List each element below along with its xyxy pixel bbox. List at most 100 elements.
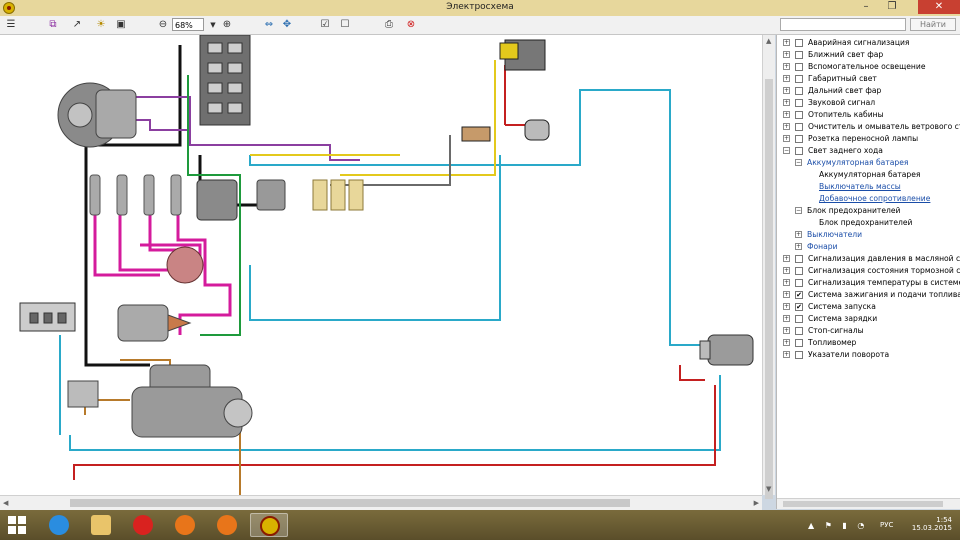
pointer-icon[interactable]: ↗ — [70, 18, 84, 32]
checkbox[interactable] — [795, 135, 803, 143]
checkbox[interactable] — [795, 51, 803, 59]
search-input[interactable] — [780, 18, 906, 31]
zoom-dropdown-icon[interactable]: ▼ — [206, 18, 220, 32]
maximize-button[interactable]: ❐ — [880, 0, 904, 14]
scroll-up-icon[interactable]: ▲ — [766, 37, 771, 45]
relays — [312, 179, 364, 211]
right-motor — [699, 334, 754, 366]
scroll-left-icon[interactable]: ◀ — [3, 499, 8, 507]
expander-icon[interactable]: + — [783, 39, 790, 46]
tree-link[interactable]: Выключатель массы — [819, 181, 901, 193]
taskbar-opera[interactable] — [124, 513, 162, 537]
panel-horizontal-scrollbar[interactable] — [777, 498, 960, 509]
tree-label: Блок предохранителей — [807, 206, 901, 215]
tree-label: Звуковой сигнал — [808, 98, 876, 107]
tree-label: Габаритный свет — [808, 74, 877, 83]
list-uncheck-icon[interactable]: ☐ — [338, 18, 352, 32]
checkbox[interactable] — [795, 111, 803, 119]
panel-scroll-thumb[interactable] — [783, 501, 943, 507]
expander-icon[interactable]: + — [783, 315, 790, 322]
expander-icon[interactable]: + — [783, 99, 790, 106]
checkbox[interactable] — [795, 87, 803, 95]
zoom-in-icon[interactable]: ⊕ — [220, 18, 234, 32]
firefox-icon — [175, 515, 195, 535]
vertical-scrollbar[interactable]: ▲ ▼ — [762, 35, 775, 499]
clock[interactable]: 1:54 15.03.2015 — [912, 516, 952, 532]
expander-icon[interactable]: + — [783, 339, 790, 346]
checkbox[interactable] — [795, 315, 803, 323]
checkbox[interactable] — [795, 351, 803, 359]
expander-icon[interactable]: + — [783, 267, 790, 274]
layers-icon[interactable]: ⧉ — [46, 18, 60, 32]
checkbox[interactable] — [795, 99, 803, 107]
tree-link[interactable]: Добавочное сопротивление — [819, 193, 930, 205]
fit-width-icon[interactable]: ⇔ — [262, 18, 276, 32]
expander-icon[interactable]: + — [783, 87, 790, 94]
expander-icon[interactable]: + — [783, 135, 790, 142]
taskbar-firefox-2[interactable] — [208, 513, 246, 537]
schematic-canvas[interactable] — [0, 35, 762, 495]
expander-icon[interactable]: + — [783, 123, 790, 130]
tree-label: Отопитель кабины — [808, 110, 884, 119]
move-icon[interactable]: ✥ — [280, 18, 294, 32]
expander-icon[interactable]: + — [783, 351, 790, 358]
clock-date: 15.03.2015 — [911, 524, 952, 532]
print-icon[interactable]: ⎙ — [382, 18, 396, 32]
checkbox[interactable] — [795, 327, 803, 335]
expander-icon[interactable]: + — [783, 327, 790, 334]
checkbox[interactable] — [795, 147, 803, 155]
checkbox[interactable] — [795, 339, 803, 347]
tree-label: Топливомер — [808, 338, 857, 347]
expander-icon[interactable]: + — [783, 51, 790, 58]
horizontal-scroll-thumb[interactable] — [70, 499, 630, 507]
expander-icon[interactable]: − — [783, 147, 790, 154]
expander-icon[interactable]: − — [795, 207, 802, 214]
tree-label: Указатели поворота — [808, 350, 890, 359]
checkbox[interactable]: ✔ — [795, 291, 803, 299]
expander-icon[interactable]: + — [783, 63, 790, 70]
checkbox[interactable] — [795, 279, 803, 287]
windows-start-icon[interactable] — [8, 516, 26, 534]
highlight-icon[interactable]: ☀ — [94, 18, 108, 32]
expander-icon[interactable]: − — [795, 159, 802, 166]
language-indicator[interactable]: РУС — [880, 521, 893, 529]
expander-icon[interactable]: + — [783, 303, 790, 310]
taskbar-explorer[interactable] — [82, 513, 120, 537]
title-bar: Электросхема – ❐ ✕ — [0, 0, 960, 17]
checkbox[interactable]: ✔ — [795, 303, 803, 311]
tree-label: Фонари — [807, 242, 838, 251]
minimize-button[interactable]: – — [854, 0, 878, 14]
menu-icon[interactable]: ☰ — [4, 18, 18, 32]
expander-icon[interactable]: + — [795, 243, 802, 250]
search-button[interactable]: Найти — [910, 18, 956, 31]
scroll-down-icon[interactable]: ▼ — [766, 485, 771, 493]
horizontal-scrollbar[interactable]: ◀ ▶ — [0, 495, 762, 510]
taskbar-ie[interactable] — [40, 513, 78, 537]
taskbar-firefox-1[interactable] — [166, 513, 204, 537]
vertical-scroll-thumb[interactable] — [765, 79, 773, 499]
expander-icon[interactable]: + — [783, 111, 790, 118]
taskbar-elektroshema[interactable] — [250, 513, 288, 537]
expander-icon[interactable]: + — [783, 291, 790, 298]
checkbox[interactable] — [795, 123, 803, 131]
expander-icon[interactable]: + — [783, 279, 790, 286]
expander-icon[interactable]: + — [783, 75, 790, 82]
taskbar: ▲ ⚑ ▮ ◔ РУС 1:54 15.03.2015 — [0, 510, 960, 540]
zoom-out-icon[interactable]: ⊖ — [156, 18, 170, 32]
checkbox[interactable] — [795, 255, 803, 263]
distributor — [166, 246, 204, 284]
zoom-select[interactable]: 68% — [172, 18, 204, 31]
checkbox[interactable] — [795, 75, 803, 83]
scroll-right-icon[interactable]: ▶ — [754, 499, 759, 507]
stop-icon[interactable]: ⊗ — [404, 18, 418, 32]
fit-page-icon[interactable]: ▣ — [114, 18, 128, 32]
close-button[interactable]: ✕ — [918, 0, 960, 14]
checkbox[interactable] — [795, 63, 803, 71]
checkbox[interactable] — [795, 39, 803, 47]
tray-icons[interactable]: ▲ ⚑ ▮ ◔ — [808, 521, 868, 530]
expander-icon[interactable]: + — [783, 255, 790, 262]
expander-icon[interactable]: + — [795, 231, 802, 238]
folder-icon — [91, 515, 111, 535]
list-check-icon[interactable]: ☑ — [318, 18, 332, 32]
checkbox[interactable] — [795, 267, 803, 275]
